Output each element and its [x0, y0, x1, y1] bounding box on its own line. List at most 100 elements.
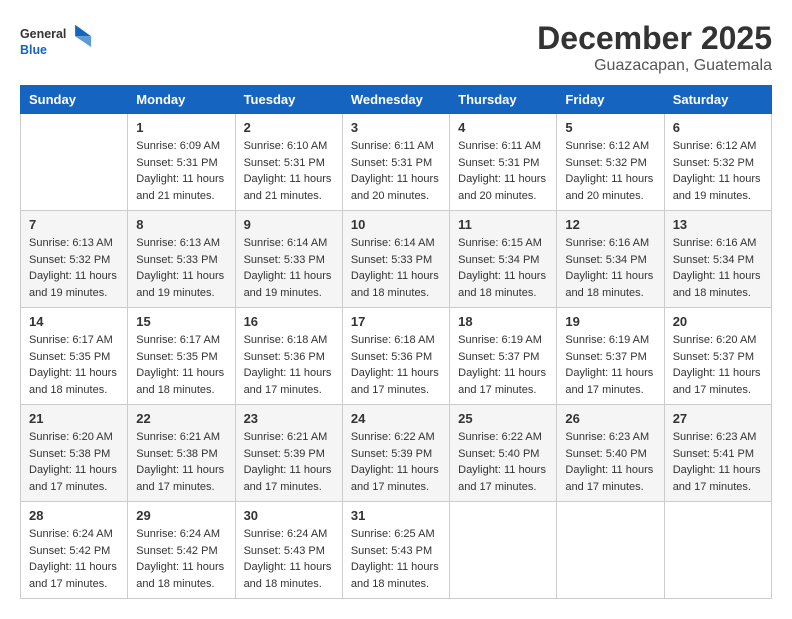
day-number: 29	[136, 508, 226, 523]
day-info-line: Sunrise: 6:19 AM	[565, 332, 655, 349]
day-number: 3	[351, 120, 441, 135]
day-info-line: Sunrise: 6:10 AM	[244, 138, 334, 155]
day-info-line: and 18 minutes.	[29, 382, 119, 399]
day-info-line: and 18 minutes.	[673, 285, 763, 302]
day-info-line: Sunset: 5:40 PM	[565, 446, 655, 463]
day-number: 11	[458, 217, 548, 232]
day-info-line: Sunrise: 6:18 AM	[244, 332, 334, 349]
day-info-line: Daylight: 11 hours	[351, 365, 441, 382]
day-info-line: Sunrise: 6:12 AM	[565, 138, 655, 155]
svg-text:Blue: Blue	[20, 43, 47, 57]
day-info-line: Sunset: 5:41 PM	[673, 446, 763, 463]
day-number: 23	[244, 411, 334, 426]
day-info-line: and 21 minutes.	[136, 188, 226, 205]
calendar-cell: 2Sunrise: 6:10 AMSunset: 5:31 PMDaylight…	[235, 114, 342, 211]
day-number: 31	[351, 508, 441, 523]
day-info-line: Sunrise: 6:23 AM	[673, 429, 763, 446]
calendar-cell: 22Sunrise: 6:21 AMSunset: 5:38 PMDayligh…	[128, 405, 235, 502]
day-number: 28	[29, 508, 119, 523]
day-info: Sunrise: 6:14 AMSunset: 5:33 PMDaylight:…	[244, 235, 334, 301]
day-info: Sunrise: 6:18 AMSunset: 5:36 PMDaylight:…	[351, 332, 441, 398]
day-info: Sunrise: 6:25 AMSunset: 5:43 PMDaylight:…	[351, 526, 441, 592]
day-info-line: Daylight: 11 hours	[244, 559, 334, 576]
calendar-cell: 25Sunrise: 6:22 AMSunset: 5:40 PMDayligh…	[450, 405, 557, 502]
calendar-cell: 6Sunrise: 6:12 AMSunset: 5:32 PMDaylight…	[664, 114, 771, 211]
day-info-line: Sunset: 5:42 PM	[29, 543, 119, 560]
day-info-line: Sunrise: 6:14 AM	[244, 235, 334, 252]
header-sunday: Sunday	[21, 86, 128, 114]
calendar-cell	[21, 114, 128, 211]
calendar-cell: 15Sunrise: 6:17 AMSunset: 5:35 PMDayligh…	[128, 308, 235, 405]
day-number: 4	[458, 120, 548, 135]
day-info-line: Daylight: 11 hours	[136, 365, 226, 382]
day-info: Sunrise: 6:21 AMSunset: 5:39 PMDaylight:…	[244, 429, 334, 495]
day-info-line: Sunset: 5:32 PM	[565, 155, 655, 172]
day-info-line: Daylight: 11 hours	[565, 365, 655, 382]
day-number: 16	[244, 314, 334, 329]
day-number: 7	[29, 217, 119, 232]
day-info-line: Daylight: 11 hours	[458, 462, 548, 479]
calendar-week-2: 7 Sunrise: 6:13 AMSunset: 5:32 PMDaylight…	[21, 211, 772, 308]
calendar-cell: 4Sunrise: 6:11 AMSunset: 5:31 PMDaylight…	[450, 114, 557, 211]
day-number: 13	[673, 217, 763, 232]
calendar-table: SundayMondayTuesdayWednesdayThursdayFrid…	[20, 85, 772, 599]
logo: General Blue	[20, 20, 100, 65]
day-info-line: Sunrise: 6:11 AM	[351, 138, 441, 155]
calendar-week-4: 21Sunrise: 6:20 AMSunset: 5:38 PMDayligh…	[21, 405, 772, 502]
day-info: Sunrise: 6:19 AMSunset: 5:37 PMDaylight:…	[565, 332, 655, 398]
calendar-cell: 10 Sunrise: 6:14 AMSunset: 5:33 PMDayligh…	[342, 211, 449, 308]
day-info: Sunrise: 6:24 AMSunset: 5:42 PMDaylight:…	[29, 526, 119, 592]
day-info-line: Daylight: 11 hours	[29, 365, 119, 382]
day-info-line: and 18 minutes.	[565, 285, 655, 302]
day-info-line: Sunset: 5:38 PM	[29, 446, 119, 463]
day-info-line: Sunrise: 6:09 AM	[136, 138, 226, 155]
day-number: 18	[458, 314, 548, 329]
day-info-line: Sunset: 5:32 PM	[673, 155, 763, 172]
day-info-line: and 17 minutes.	[244, 382, 334, 399]
day-info: Sunrise: 6:17 AMSunset: 5:35 PMDaylight:…	[29, 332, 119, 398]
day-info-line: Sunrise: 6:20 AM	[673, 332, 763, 349]
day-number: 10	[351, 217, 441, 232]
day-info-line: Sunset: 5:43 PM	[351, 543, 441, 560]
month-title: December 2025	[537, 20, 772, 57]
day-info: Sunrise: 6:13 AMSunset: 5:33 PMDaylight:…	[136, 235, 226, 301]
day-info-line: and 20 minutes.	[565, 188, 655, 205]
day-info: Sunrise: 6:13 AMSunset: 5:32 PMDaylight:…	[29, 235, 119, 301]
day-info-line: Sunrise: 6:13 AM	[29, 235, 119, 252]
day-info-line: and 18 minutes.	[244, 576, 334, 593]
calendar-cell: 14 Sunrise: 6:17 AMSunset: 5:35 PMDayligh…	[21, 308, 128, 405]
day-info-line: and 18 minutes.	[136, 576, 226, 593]
day-info-line: and 20 minutes.	[351, 188, 441, 205]
day-info: Sunrise: 6:24 AMSunset: 5:42 PMDaylight:…	[136, 526, 226, 592]
day-number: 1	[136, 120, 226, 135]
day-number: 27	[673, 411, 763, 426]
day-info: Sunrise: 6:14 AMSunset: 5:33 PMDaylight:…	[351, 235, 441, 301]
day-info: Sunrise: 6:17 AMSunset: 5:35 PMDaylight:…	[136, 332, 226, 398]
day-info-line: Sunrise: 6:21 AM	[136, 429, 226, 446]
day-info-line: Sunset: 5:34 PM	[458, 252, 548, 269]
day-number: 26	[565, 411, 655, 426]
day-info-line: Sunset: 5:35 PM	[136, 349, 226, 366]
day-info: Sunrise: 6:16 AMSunset: 5:34 PMDaylight:…	[565, 235, 655, 301]
day-info-line: and 17 minutes.	[673, 382, 763, 399]
calendar-cell: 1Sunrise: 6:09 AMSunset: 5:31 PMDaylight…	[128, 114, 235, 211]
day-info-line: and 17 minutes.	[29, 479, 119, 496]
day-info-line: and 17 minutes.	[351, 382, 441, 399]
day-info-line: Sunrise: 6:16 AM	[565, 235, 655, 252]
calendar-cell: 12Sunrise: 6:16 AMSunset: 5:34 PMDayligh…	[557, 211, 664, 308]
day-info-line: Daylight: 11 hours	[136, 268, 226, 285]
calendar-cell: 8 Sunrise: 6:13 AMSunset: 5:33 PMDaylight…	[128, 211, 235, 308]
day-info: Sunrise: 6:21 AMSunset: 5:38 PMDaylight:…	[136, 429, 226, 495]
day-number: 5	[565, 120, 655, 135]
day-info-line: Sunset: 5:33 PM	[136, 252, 226, 269]
day-info: Sunrise: 6:20 AMSunset: 5:38 PMDaylight:…	[29, 429, 119, 495]
day-info-line: Sunset: 5:34 PM	[565, 252, 655, 269]
day-info-line: Daylight: 11 hours	[244, 462, 334, 479]
day-number: 14	[29, 314, 119, 329]
day-info-line: Daylight: 11 hours	[458, 171, 548, 188]
calendar-cell: 30Sunrise: 6:24 AMSunset: 5:43 PMDayligh…	[235, 502, 342, 599]
day-number: 8	[136, 217, 226, 232]
calendar-week-3: 14 Sunrise: 6:17 AMSunset: 5:35 PMDayligh…	[21, 308, 772, 405]
day-info-line: Sunrise: 6:22 AM	[458, 429, 548, 446]
day-info-line: Sunrise: 6:24 AM	[244, 526, 334, 543]
